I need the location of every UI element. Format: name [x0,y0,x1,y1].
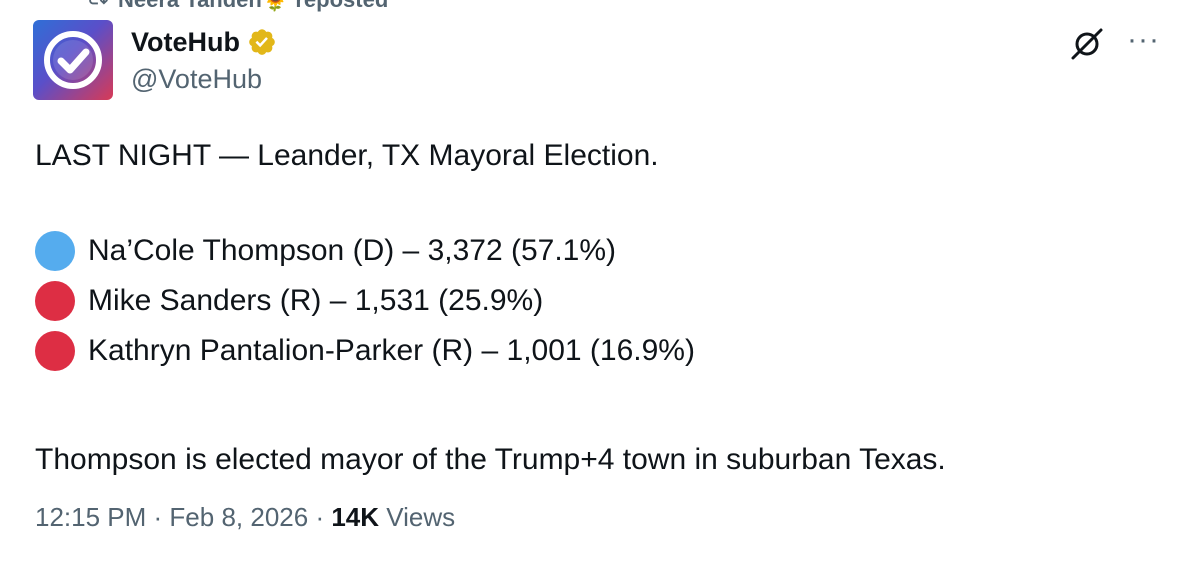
grok-icon[interactable] [1069,26,1105,62]
red-circle-icon [35,331,75,371]
more-options-icon[interactable]: ··· [1127,25,1160,55]
checkmark-logo-icon [44,31,102,89]
timestamp-time[interactable]: 12:15 PM [35,502,146,532]
handle[interactable]: @VoteHub [131,64,277,95]
timestamp-date[interactable]: Feb 8, 2026 [169,502,308,532]
repost-label: Neera Tanden🌻 reposted [118,0,388,13]
candidate-row: Na’Cole Thompson (D) – 3,372 (57.1%) [35,226,1165,276]
verified-badge-icon[interactable] [247,27,277,57]
avatar[interactable] [33,20,113,100]
tweet-text: LAST NIGHT — Leander, TX Mayoral Electio… [35,136,1165,480]
author-name-row[interactable]: VoteHub [131,24,277,60]
headline: LAST NIGHT — Leander, TX Mayoral Electio… [35,139,659,172]
author-info: VoteHub @VoteHub [131,24,277,95]
candidate-text: Na’Cole Thompson (D) – 3,372 (57.1%) [88,234,617,267]
candidate-text: Kathryn Pantalion-Parker (R) – 1,001 (16… [88,334,695,367]
repost-icon [86,0,108,14]
candidate-row: Mike Sanders (R) – 1,531 (25.9%) [35,276,1165,326]
conclusion: Thompson is elected mayor of the Trump+4… [35,443,946,476]
red-circle-icon [35,281,75,321]
tweet-meta: 12:15 PM · Feb 8, 2026 · 14K Views [35,502,455,533]
blue-circle-icon [35,231,75,271]
candidate-row: Kathryn Pantalion-Parker (R) – 1,001 (16… [35,326,1165,376]
separator: · [153,502,170,532]
display-name: VoteHub [131,26,240,57]
separator: · [315,502,332,532]
tweet-actions: ··· [1069,25,1160,62]
views-count: 14K [331,502,380,532]
repost-indicator[interactable]: Neera Tanden🌻 reposted [86,0,388,14]
candidate-text: Mike Sanders (R) – 1,531 (25.9%) [88,284,544,317]
views-label: Views [386,502,456,532]
